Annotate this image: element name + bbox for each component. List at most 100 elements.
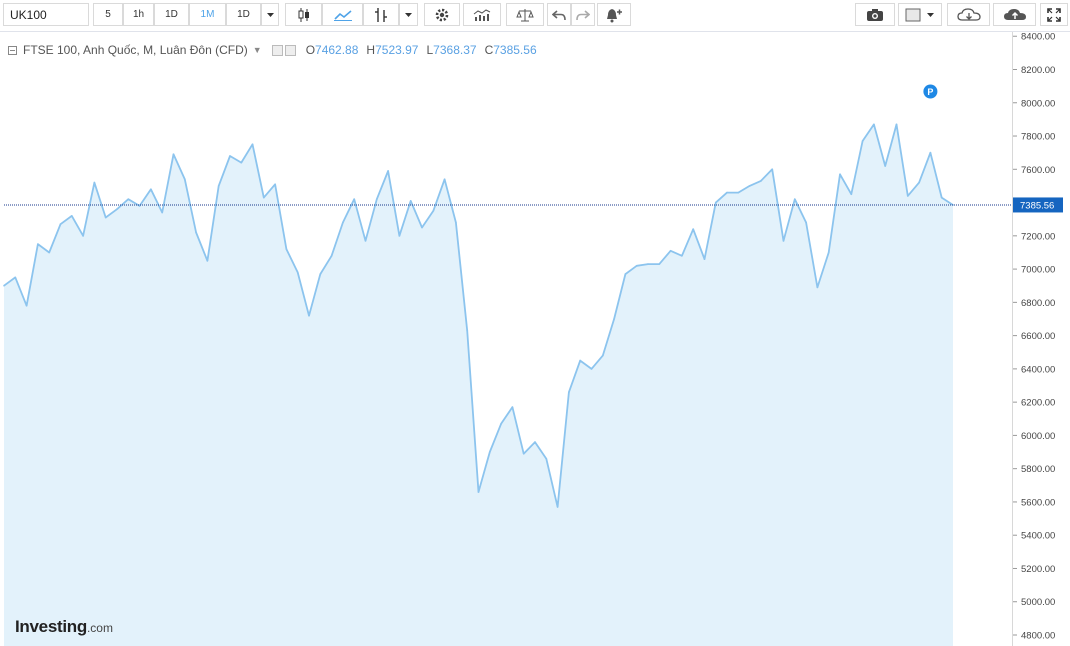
price-chart[interactable]: P 4800.00 5000.00 5200.00 5400.00 5600.00 580… xyxy=(0,32,1070,646)
data-point xyxy=(760,180,762,182)
price-axis[interactable]: 4800.00 5000.00 5200.00 5400.00 5600.00 5800.… xyxy=(1012,32,1070,646)
close-label: C xyxy=(484,43,494,57)
data-point xyxy=(805,221,807,224)
low-label: L xyxy=(426,43,434,57)
y-tick-label: 5800.00 xyxy=(1021,464,1055,475)
logo-domain: .com xyxy=(86,621,113,635)
data-point xyxy=(794,198,796,201)
logo-brand: Investing xyxy=(15,617,87,636)
data-point xyxy=(669,249,672,252)
data-point xyxy=(839,173,841,176)
y-tick-label: 5000.00 xyxy=(1021,597,1055,608)
color-picker-button[interactable] xyxy=(898,3,942,26)
last-price-tag: 7385.56 xyxy=(1013,197,1063,213)
data-point xyxy=(342,221,344,224)
data-point xyxy=(590,368,593,370)
y-tick-label: 6200.00 xyxy=(1021,398,1055,409)
save-chart-button[interactable] xyxy=(993,3,1036,26)
fullscreen-button[interactable] xyxy=(1040,3,1068,26)
data-point xyxy=(172,153,175,156)
interval-5-button[interactable]: 5 xyxy=(93,3,123,26)
alert-button[interactable] xyxy=(597,3,631,26)
open-value: 7462.88 xyxy=(315,43,359,57)
collapse-legend-icon[interactable] xyxy=(8,45,17,55)
interval-1m-button[interactable]: 1M xyxy=(189,3,226,26)
interval-1h-button[interactable]: 1h xyxy=(123,3,154,26)
candlestick-style-button[interactable] xyxy=(285,3,322,26)
chart-legend: FTSE 100, Anh Quốc, M, Luân Đôn (CFD) ▼ … xyxy=(8,43,537,57)
symbol-search-input[interactable] xyxy=(3,3,89,26)
data-point xyxy=(613,318,615,320)
data-point xyxy=(850,193,853,196)
y-tick-label: 7800.00 xyxy=(1021,132,1055,143)
data-point xyxy=(116,208,118,211)
interval-1h-label: 1h xyxy=(132,9,145,20)
settings-button[interactable] xyxy=(424,3,460,26)
data-point xyxy=(398,235,401,237)
interval-1d-label: 1D xyxy=(165,9,178,20)
volume-bars-icon xyxy=(473,9,491,21)
data-point xyxy=(681,254,683,257)
data-point xyxy=(782,240,785,242)
data-point xyxy=(861,140,864,142)
data-point xyxy=(296,271,299,274)
data-point xyxy=(161,211,163,214)
undo-button[interactable] xyxy=(547,3,571,26)
last-price-tag-label: 7385.56 xyxy=(1020,200,1054,211)
data-point xyxy=(127,198,130,201)
area-chart-icon xyxy=(333,9,352,21)
y-tick-label: 8000.00 xyxy=(1021,98,1055,109)
data-point xyxy=(387,170,389,172)
volume-button[interactable] xyxy=(463,3,501,26)
high-label: H xyxy=(366,43,376,57)
instrument-title[interactable]: FTSE 100, Anh Quốc, M, Luân Đôn (CFD) xyxy=(23,43,248,57)
snapshot-button[interactable] xyxy=(855,3,895,26)
y-tick-label: 8400.00 xyxy=(1021,32,1055,43)
data-point xyxy=(545,457,548,460)
data-point xyxy=(522,452,525,455)
redo-button[interactable] xyxy=(571,3,595,26)
event-marker[interactable]: P xyxy=(923,84,938,99)
indicators-dropdown-arrow[interactable] xyxy=(399,3,418,26)
interval-1d-button[interactable]: 1D xyxy=(154,3,189,26)
chevron-down-icon xyxy=(266,12,274,17)
data-point xyxy=(150,188,152,191)
settings-mini-icon[interactable] xyxy=(271,44,283,56)
undo-icon xyxy=(552,9,566,20)
interval-5-label: 5 xyxy=(105,9,111,20)
data-point xyxy=(635,264,638,267)
indicators-button[interactable] xyxy=(363,3,399,26)
data-point xyxy=(421,226,423,229)
data-point xyxy=(206,259,209,262)
data-point xyxy=(737,191,740,194)
compare-button[interactable] xyxy=(506,3,544,26)
data-point xyxy=(884,165,887,167)
interval-1d-dropdown-label: 1D xyxy=(237,9,250,20)
data-point xyxy=(658,263,661,265)
data-point xyxy=(907,195,909,197)
data-point xyxy=(466,329,469,332)
hide-mini-icon[interactable] xyxy=(284,44,296,56)
data-point xyxy=(827,251,830,254)
data-point xyxy=(455,221,457,224)
data-point xyxy=(251,143,254,146)
data-point xyxy=(500,422,502,425)
area-fill xyxy=(4,124,953,646)
y-tick-label: 6600.00 xyxy=(1021,331,1055,342)
compare-scales-icon xyxy=(516,8,534,21)
chevron-down-icon[interactable]: ▼ xyxy=(253,45,262,55)
interval-dropdown-arrow[interactable] xyxy=(261,3,279,26)
y-tick-label: 5200.00 xyxy=(1021,564,1055,575)
fullscreen-icon xyxy=(1047,7,1061,22)
redo-icon xyxy=(576,9,590,20)
color-square-icon xyxy=(905,8,934,21)
cloud-load-icon xyxy=(956,7,981,21)
interval-1d-dropdown-button[interactable]: 1D xyxy=(226,3,261,26)
data-point xyxy=(940,196,943,199)
data-point xyxy=(703,258,706,260)
data-point xyxy=(579,359,581,362)
data-point xyxy=(556,506,559,508)
area-style-button[interactable] xyxy=(322,3,363,26)
load-chart-button[interactable] xyxy=(947,3,990,26)
data-point xyxy=(240,161,243,164)
